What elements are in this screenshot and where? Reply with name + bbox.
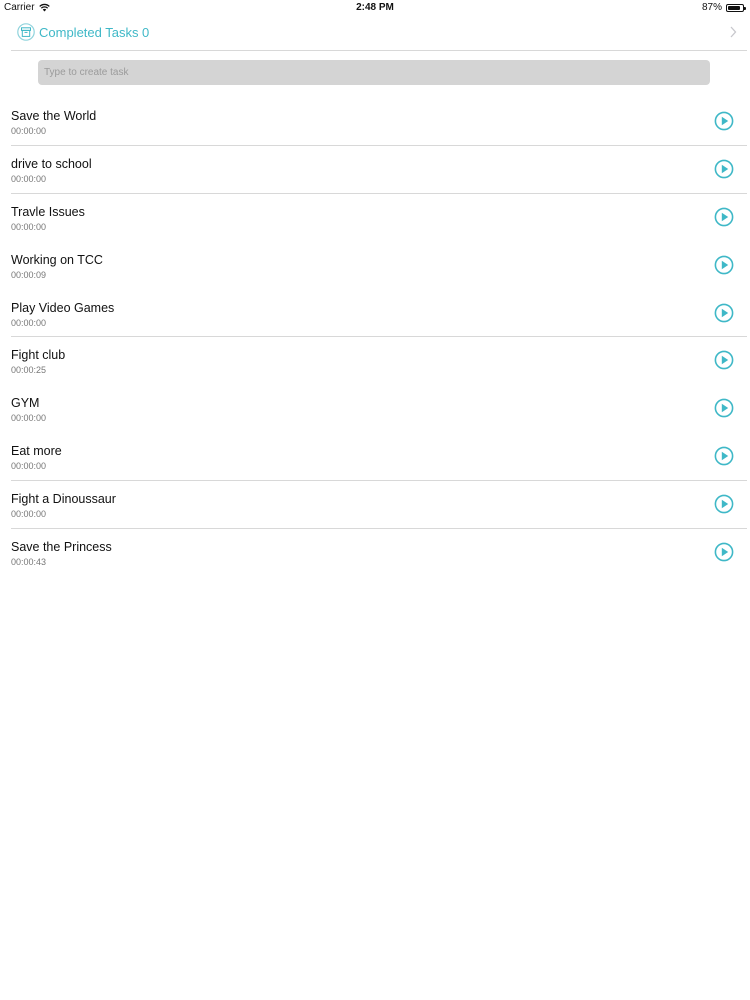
task-elapsed-time: 00:00:43 bbox=[11, 557, 47, 568]
play-icon[interactable] bbox=[714, 446, 734, 466]
task-title: Play Video Games bbox=[11, 300, 115, 315]
play-icon[interactable] bbox=[714, 207, 734, 227]
play-icon[interactable] bbox=[714, 303, 734, 323]
status-bar: Carrier 2:48 PM 87% bbox=[0, 0, 750, 16]
task-list: Save the World 00:00:00 drive to school 00:… bbox=[0, 98, 750, 577]
task-row[interactable]: Fight a Dinoussaur 00:00:00 bbox=[0, 481, 750, 530]
task-elapsed-time: 00:00:00 bbox=[11, 173, 47, 184]
battery-icon bbox=[726, 3, 746, 12]
completed-tasks-count: 0 bbox=[142, 25, 150, 40]
task-elapsed-time: 00:00:00 bbox=[11, 221, 47, 232]
task-row[interactable]: Travle Issues 00:00:00 bbox=[0, 194, 750, 242]
task-title: Working on TCC bbox=[11, 252, 103, 267]
task-elapsed-time: 00:00:00 bbox=[11, 461, 47, 472]
play-icon[interactable] bbox=[714, 111, 734, 131]
task-elapsed-time: 00:00:00 bbox=[11, 509, 47, 520]
task-row[interactable]: Eat more 00:00:00 bbox=[0, 433, 750, 482]
task-elapsed-time: 00:00:00 bbox=[11, 317, 47, 328]
play-icon[interactable] bbox=[714, 159, 734, 179]
create-task-input[interactable] bbox=[38, 60, 710, 85]
task-row[interactable]: Fight club 00:00:25 bbox=[0, 337, 750, 385]
task-row[interactable]: Play Video Games 00:00:00 bbox=[0, 290, 750, 338]
task-title: Save the Princess bbox=[11, 540, 112, 555]
task-title: Save the World bbox=[11, 109, 97, 123]
task-row[interactable]: Save the Princess 00:00:43 bbox=[0, 529, 750, 577]
task-row[interactable]: Save the World 00:00:00 bbox=[0, 98, 750, 146]
play-icon[interactable] bbox=[714, 398, 734, 418]
status-time: 2:48 PM bbox=[356, 2, 394, 13]
task-title: Fight club bbox=[11, 348, 66, 363]
task-title: Fight a Dinoussaur bbox=[11, 492, 116, 507]
create-task-field-wrapper bbox=[38, 60, 710, 85]
task-elapsed-time: 00:00:25 bbox=[11, 365, 47, 376]
task-row[interactable]: Working on TCC 00:00:09 bbox=[0, 242, 750, 290]
play-icon[interactable] bbox=[714, 350, 734, 370]
archive-box-icon bbox=[17, 23, 35, 41]
status-right: 87% bbox=[701, 2, 746, 13]
task-row[interactable]: drive to school 00:00:00 bbox=[0, 146, 750, 194]
task-title: GYM bbox=[11, 396, 40, 411]
header-divider bbox=[11, 50, 747, 51]
task-row[interactable]: GYM 00:00:00 bbox=[0, 385, 750, 433]
play-icon[interactable] bbox=[714, 255, 734, 275]
task-elapsed-time: 00:00:09 bbox=[11, 269, 47, 280]
task-title: drive to school bbox=[11, 156, 92, 171]
battery-fill bbox=[728, 5, 741, 10]
completed-tasks-header[interactable]: Completed Tasks 0 bbox=[0, 16, 750, 50]
task-elapsed-time: 00:00:00 bbox=[11, 126, 47, 136]
chevron-right-icon[interactable] bbox=[728, 25, 738, 39]
task-title: Travle Issues bbox=[11, 204, 85, 219]
task-elapsed-time: 00:00:00 bbox=[11, 413, 47, 424]
play-icon[interactable] bbox=[714, 494, 734, 514]
completed-tasks-label: Completed Tasks bbox=[39, 25, 139, 40]
battery-percent: 87% bbox=[701, 2, 722, 13]
task-title: Eat more bbox=[11, 444, 62, 459]
play-icon[interactable] bbox=[714, 542, 734, 562]
